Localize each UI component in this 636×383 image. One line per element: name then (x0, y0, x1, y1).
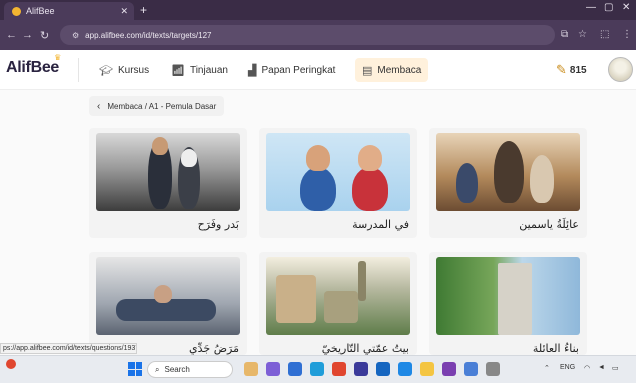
card-title: مَرَضُ جَدِّي (189, 342, 239, 355)
outlook-icon[interactable] (398, 362, 412, 376)
chrome-icon[interactable] (332, 362, 346, 376)
close-tab-icon[interactable]: ✕ (120, 6, 128, 17)
card-title: بيتُ عمّتي التّاريخيّ (321, 342, 409, 355)
volume-icon[interactable]: ◄ (598, 364, 605, 371)
reading-card[interactable]: بيتُ عمّتي التّاريخيّ (259, 252, 417, 355)
browser-tab[interactable]: AlifBee ✕ (4, 2, 134, 20)
coin-counter: ✎ 815 (556, 62, 587, 78)
nav-membaca[interactable]: ▤ Membaca (355, 58, 429, 82)
nav-tinjauan[interactable]: 📶︎ Tinjauan (164, 58, 235, 82)
browser-menu-icon[interactable]: ⋮ (622, 29, 632, 40)
gear-icon[interactable] (486, 362, 500, 376)
minimize-icon[interactable]: — (586, 2, 596, 13)
close-window-icon[interactable]: ✕ (622, 2, 630, 13)
address-bar-area: ← → ↻ ⚙ app.alifbee.com/id/texts/targets… (0, 20, 636, 50)
nav-kursus-label: Kursus (117, 64, 150, 76)
reading-card[interactable]: في المدرسة (259, 128, 417, 238)
coin-icon: ✎ (556, 62, 567, 77)
nav-membaca-label: Membaca (377, 64, 422, 76)
breadcrumb[interactable]: ‹ Membaca / A1 - Pemula Dasar (89, 96, 225, 116)
nav-papan-peringkat[interactable]: ▟ Papan Peringkat (241, 58, 342, 82)
tray-chevron-icon[interactable]: ⌃ (544, 364, 550, 372)
taskbar-search-text: Search (164, 365, 190, 374)
word-icon[interactable] (376, 362, 390, 376)
windows-start-icon[interactable] (128, 362, 142, 376)
favicon-icon (12, 6, 21, 16)
wifi-icon[interactable]: ◠ (584, 364, 590, 372)
card-title: عائِلَةُ ياسمين (519, 218, 579, 231)
browser-tab-strip: AlifBee ✕ + — ▢ ✕ (0, 0, 636, 20)
reading-card[interactable]: بناءُ العائلة (429, 252, 587, 355)
avatar[interactable] (608, 57, 633, 82)
maximize-icon[interactable]: ▢ (604, 2, 613, 13)
nav-tinjauan-label: Tinjauan (189, 64, 228, 76)
card-image (266, 133, 410, 211)
card-image (436, 133, 580, 211)
extensions-icon[interactable]: ⬚ (600, 29, 609, 40)
install-app-icon[interactable]: ⧉ (561, 29, 568, 40)
book-open-icon: ▤ (362, 64, 373, 77)
edge-icon[interactable] (310, 362, 324, 376)
logo-text: AlifBee (6, 59, 60, 76)
taskbar: ⌕ Search ⌃ ENG ◠ ◄ ▭ (0, 355, 636, 383)
nav-papan-peringkat-label: Papan Peringkat (261, 64, 336, 76)
card-image (436, 257, 580, 335)
taskbar-search[interactable]: ⌕ Search (147, 361, 233, 378)
graduation-cap-icon: 🎓︎ (99, 64, 113, 77)
url-text: app.alifbee.com/id/texts/targets/127 (85, 30, 212, 40)
task-view-icon[interactable] (288, 362, 302, 376)
url-field[interactable]: ⚙ app.alifbee.com/id/texts/targets/127 (60, 25, 555, 45)
store-icon[interactable] (442, 362, 456, 376)
coin-count: 815 (569, 64, 587, 76)
reading-card[interactable]: مَرَضُ جَدِّي (89, 252, 247, 355)
teams-icon[interactable] (266, 362, 280, 376)
reading-card[interactable]: عائِلَةُ ياسمين (429, 128, 587, 238)
file-explorer-icon[interactable] (420, 362, 434, 376)
new-tab-button[interactable]: + (140, 3, 147, 17)
bookmark-star-icon[interactable]: ☆ (578, 29, 587, 40)
card-title: بَدر وفَرَح (197, 218, 239, 231)
breadcrumb-text: Membaca / A1 - Pemula Dasar (107, 101, 217, 111)
forward-arrow-icon[interactable]: → (22, 29, 33, 41)
search-icon: ⌕ (155, 364, 160, 374)
reload-icon[interactable]: ↻ (40, 29, 49, 42)
back-arrow-icon[interactable]: ← (6, 29, 17, 41)
settings-icon[interactable] (464, 362, 478, 376)
app-icon[interactable] (354, 362, 368, 376)
language-indicator[interactable]: ENG (560, 364, 575, 371)
card-image (266, 257, 410, 335)
chevron-left-icon[interactable]: ‹ (97, 101, 100, 112)
card-title: في المدرسة (352, 218, 409, 231)
bar-chart-icon: 📶︎ (171, 64, 185, 77)
nav-kursus[interactable]: 🎓︎ Kursus (92, 58, 156, 82)
browser-tab-title: AlifBee (26, 6, 55, 16)
card-image (96, 257, 240, 335)
header-divider (78, 58, 79, 82)
weather-icon[interactable] (6, 359, 16, 369)
reading-card[interactable]: بَدر وفَرَح (89, 128, 247, 238)
crown-icon: ♛ (54, 53, 62, 62)
card-image (96, 133, 240, 211)
app-header: AlifBee ♛ 🎓︎ Kursus 📶︎ Tinjauan ▟ Papan … (0, 50, 636, 90)
card-title: بناءُ العائلة (532, 342, 579, 355)
widget-icon[interactable] (244, 362, 258, 376)
site-info-icon[interactable]: ⚙ (72, 31, 79, 40)
status-url-tooltip: ps://app.alifbee.com/id/texts/questions/… (0, 343, 137, 354)
podium-icon: ▟ (248, 64, 257, 77)
battery-icon[interactable]: ▭ (612, 364, 619, 372)
alifbee-logo[interactable]: AlifBee ♛ (6, 53, 61, 77)
